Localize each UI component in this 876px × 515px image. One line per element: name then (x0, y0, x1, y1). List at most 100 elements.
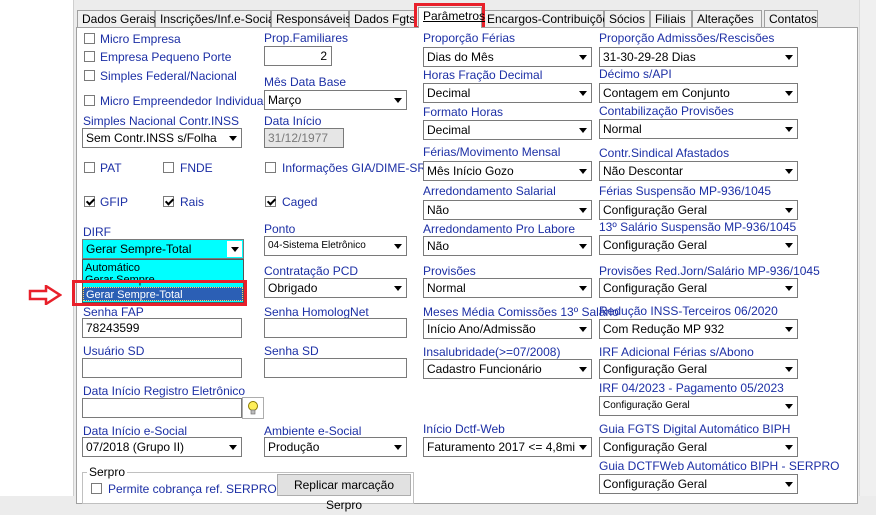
permite-cobranca-checkbox[interactable] (91, 483, 102, 494)
meses-media-select[interactable]: Início Ano/Admissão (423, 319, 592, 339)
data-inicio-reg-input[interactable] (82, 398, 242, 418)
tab-responsaveis[interactable]: Responsáveis (271, 10, 351, 27)
chevron-down-icon (781, 476, 796, 492)
senha-sd-label: Senha SD (264, 344, 319, 358)
proporcao-admissoes-select[interactable]: 31-30-29-28 Dias (599, 47, 798, 67)
decimo-suspensao-select[interactable]: Configuração Geral (599, 235, 798, 255)
contratacao-pcd-select[interactable]: Obrigado (264, 278, 407, 298)
ponto-select[interactable]: 04-Sistema Eletrônico (264, 236, 407, 256)
simples-contr-inss-select[interactable]: Sem Contr.INSS s/Folha (82, 128, 242, 148)
contratacao-pcd-label: Contratação PCD (264, 264, 359, 278)
ponto-value: 04-Sistema Eletrônico (268, 240, 366, 251)
ferias-mov-select[interactable]: Mês Início Gozo (423, 161, 592, 181)
irf-04-select[interactable]: Configuração Geral (599, 396, 798, 416)
senha-fap-input[interactable]: 78243599 (82, 318, 242, 338)
info-gia-checkbox[interactable] (265, 162, 276, 173)
tab-filiais[interactable]: Filiais (650, 10, 692, 27)
inicio-dctf-label: Início Dctf-Web (423, 422, 505, 436)
micro-empresa-checkbox[interactable] (84, 33, 95, 44)
ferias-mov-label: Férias/Movimento Mensal (423, 145, 561, 159)
data-inicio-input[interactable]: 31/12/1977 (264, 128, 344, 148)
gfip-checkbox[interactable] (84, 196, 95, 207)
provisoes-red-label: Provisões Red.Jorn/Salário MP-936/1045 (599, 264, 820, 278)
tab-parametros[interactable]: Parâmetros (418, 7, 485, 28)
tab-alteracoes[interactable]: Alterações (692, 10, 762, 27)
arred-pro-labore-select[interactable]: Não (423, 236, 592, 256)
contr-sindical-select[interactable]: Não Descontar (599, 161, 798, 181)
guia-dctf-select[interactable]: Configuração Geral (599, 474, 798, 494)
decimo-api-select[interactable]: Contagem em Conjunto (599, 83, 798, 103)
horas-fracao-select[interactable]: Decimal (423, 83, 592, 103)
data-inicio-esocial-select[interactable]: 07/2018 (Grupo II) (82, 437, 242, 457)
irf-adicional-label: IRF Adicional Férias s/Abono (599, 345, 754, 359)
reducao-inss-value: Com Redução MP 932 (603, 322, 725, 336)
vertical-scrollbar[interactable] (859, 0, 876, 496)
chevron-down-icon (390, 92, 405, 108)
micro-empreendedor-label: Micro Empreendedor Individual (100, 94, 267, 108)
chevron-down-icon (225, 439, 240, 455)
replicar-serpro-button[interactable]: Replicar marcação Serpro (277, 474, 411, 512)
pat-checkbox[interactable] (84, 162, 95, 173)
chevron-down-icon (390, 439, 405, 455)
ambiente-esocial-select[interactable]: Produção (264, 437, 407, 457)
decimo-api-label: Décimo s/API (599, 67, 672, 81)
reducao-inss-select[interactable]: Com Redução MP 932 (599, 319, 798, 339)
provisoes-red-value: Configuração Geral (603, 281, 708, 295)
micro-empreendedor-checkbox[interactable] (84, 95, 95, 106)
chevron-down-icon (781, 163, 796, 179)
decimo-api-value: Contagem em Conjunto (603, 86, 730, 100)
usuario-sd-input[interactable] (82, 358, 242, 378)
irf-adicional-select[interactable]: Configuração Geral (599, 359, 798, 379)
decimo-suspensao-value: Configuração Geral (603, 238, 708, 252)
empresa-pequeno-porte-checkbox[interactable] (84, 51, 95, 62)
contab-provisoes-select[interactable]: Normal (599, 119, 798, 139)
rais-checkbox[interactable] (163, 196, 174, 207)
arred-pro-labore-label: Arredondamento Pro Labore (423, 222, 576, 236)
dirf-select[interactable]: Gerar Sempre-Total (82, 239, 244, 259)
horas-fracao-label: Horas Fração Decimal (423, 68, 543, 82)
option-highlight-box (72, 280, 247, 306)
dirf-value: Gerar Sempre-Total (86, 242, 192, 256)
chevron-down-icon (575, 122, 590, 138)
ambiente-esocial-value: Produção (268, 440, 320, 454)
lightbulb-button[interactable] (242, 397, 264, 419)
arred-salarial-select[interactable]: Não (423, 200, 592, 220)
chevron-down-icon (575, 85, 590, 101)
ferias-mov-value: Mês Início Gozo (427, 164, 514, 178)
ferias-suspensao-select[interactable]: Configuração Geral (599, 200, 798, 220)
mes-data-base-select[interactable]: Março (264, 90, 407, 110)
insalubridade-select[interactable]: Cadastro Funcionário (423, 359, 592, 379)
guia-fgts-select[interactable]: Configuração Geral (599, 437, 798, 457)
provisoes-select[interactable]: Normal (423, 278, 592, 298)
contr-sindical-label: Contr.Sindical Afastados (599, 146, 730, 160)
provisoes-red-select[interactable]: Configuração Geral (599, 278, 798, 298)
ambiente-esocial-label: Ambiente e-Social (264, 424, 362, 438)
contr-sindical-value: Não Descontar (603, 164, 684, 178)
simples-federal-checkbox[interactable] (84, 70, 95, 81)
tab-socios[interactable]: Sócios (604, 10, 650, 27)
tab-dados-fgts[interactable]: Dados Fgts (349, 10, 417, 27)
chevron-down-icon (781, 121, 796, 137)
proporcao-ferias-label: Proporção Férias (423, 31, 516, 45)
chevron-down-icon (575, 321, 590, 337)
proporcao-ferias-select[interactable]: Dias do Mês (423, 47, 592, 67)
senha-sd-input[interactable] (264, 358, 407, 378)
prop-familiares-input[interactable]: 2 (264, 46, 332, 66)
formato-horas-select[interactable]: Decimal (423, 120, 592, 140)
chevron-down-icon (575, 439, 590, 455)
inicio-dctf-select[interactable]: Faturamento 2017 <= 4,8mi (423, 437, 592, 457)
fnde-checkbox[interactable] (163, 162, 174, 173)
senha-homolognet-input[interactable] (264, 318, 407, 338)
chevron-down-icon (575, 361, 590, 377)
prop-familiares-label: Prop.Familiares (264, 31, 349, 45)
tab-inscricoes[interactable]: Inscrições/Inf.e-Social (155, 10, 277, 27)
chevron-down-icon (575, 163, 590, 179)
chevron-down-icon (225, 130, 240, 146)
chevron-down-icon (781, 321, 796, 337)
tab-contatos[interactable]: Contatos (764, 10, 818, 27)
data-inicio-esocial-value: 07/2018 (Grupo II) (86, 440, 185, 454)
tab-dados-gerais[interactable]: Dados Gerais (77, 10, 155, 27)
caged-checkbox[interactable] (265, 196, 276, 207)
tab-encargos[interactable]: Encargos-Contribuições (482, 10, 615, 27)
gfip-label: GFIP (100, 195, 129, 209)
